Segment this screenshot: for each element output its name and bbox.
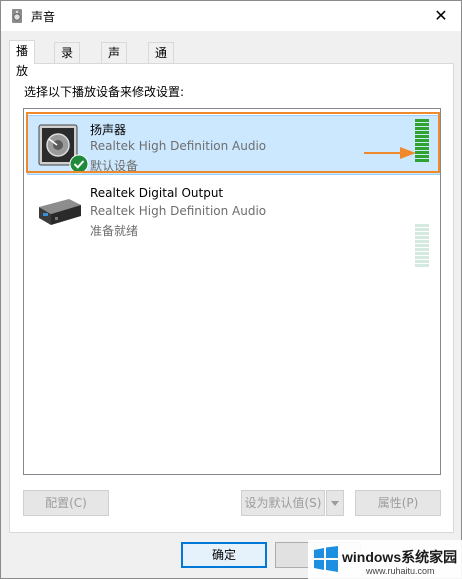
configure-button[interactable]: 配置(C)	[23, 490, 109, 516]
device-item-digital-output[interactable]: Realtek Digital Output Realtek High Defi…	[24, 177, 440, 267]
window-title: 声音	[31, 10, 56, 24]
sound-app-icon	[12, 9, 22, 23]
tab-sounds[interactable]: 声音	[101, 42, 128, 80]
sound-dialog: 声音 ✕ 播放 录制 声音 通信 选择以下播放设备来修改设置:	[0, 0, 462, 579]
playback-panel: 选择以下播放设备来修改设置: 扬声器 Realtek High Definiti…	[9, 63, 454, 533]
title-bar: 声音 ✕	[1, 1, 461, 31]
volume-meter	[415, 224, 429, 268]
meter-segment	[415, 256, 429, 259]
close-icon: ✕	[434, 6, 448, 25]
meter-segment	[415, 260, 429, 263]
properties-button[interactable]: 属性(P)	[355, 490, 441, 516]
tab-communications[interactable]: 通信	[148, 42, 175, 80]
meter-segment	[415, 224, 429, 227]
close-button[interactable]: ✕	[421, 1, 461, 31]
device-name: Realtek Digital Output	[90, 186, 224, 200]
meter-segment	[415, 236, 429, 239]
device-list[interactable]: 扬声器 Realtek High Definition Audio 默认设备 R…	[23, 108, 441, 475]
tab-playback[interactable]: 播放	[9, 40, 36, 78]
chevron-down-icon	[331, 501, 339, 506]
watermark-url: www.ruhaitu.com	[365, 566, 435, 576]
meter-segment	[415, 228, 429, 231]
meter-segment	[415, 248, 429, 251]
meter-segment	[415, 232, 429, 235]
set-default-button[interactable]: 设为默认值(S)	[241, 490, 325, 516]
meter-segment	[415, 264, 429, 267]
site-watermark: windows系统家园 www.ruhaitu.com	[308, 540, 462, 579]
tab-recording[interactable]: 录制	[54, 42, 81, 80]
device-status: 准备就绪	[90, 224, 139, 238]
instruction-text: 选择以下播放设备来修改设置:	[24, 85, 185, 99]
device-description: Realtek High Definition Audio	[90, 204, 267, 218]
digital-output-icon	[39, 199, 81, 225]
meter-segment	[415, 240, 429, 243]
set-default-dropdown[interactable]	[326, 490, 344, 516]
watermark-brand: windows系统家园	[341, 549, 457, 565]
device-item-speaker[interactable]: 扬声器 Realtek High Definition Audio 默认设备	[24, 112, 440, 176]
ok-button[interactable]: 确定	[181, 542, 267, 568]
meter-segment	[415, 252, 429, 255]
highlight-box	[26, 112, 440, 173]
meter-segment	[415, 244, 429, 247]
